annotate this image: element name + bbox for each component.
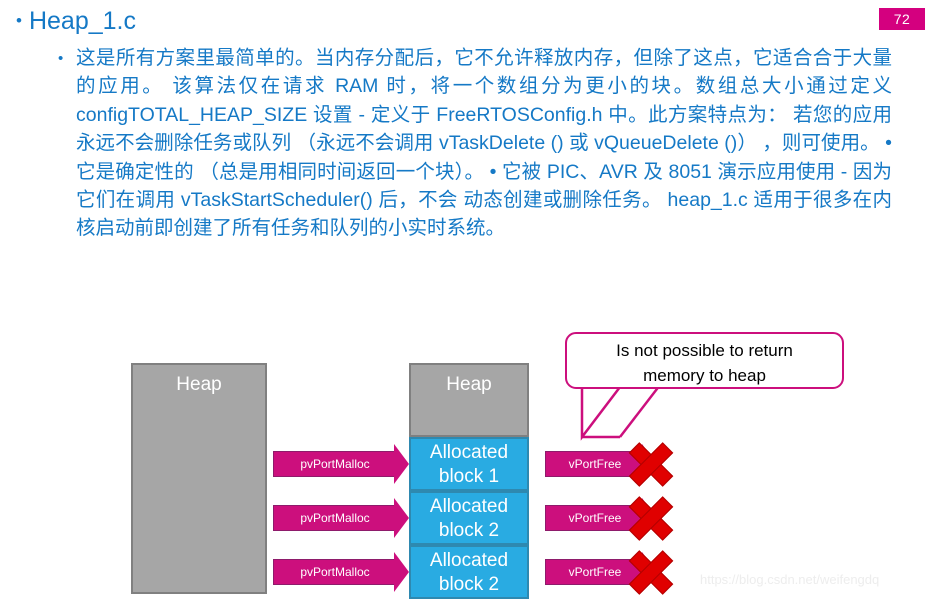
allocated-block: Allocated block 2: [409, 545, 529, 599]
allocated-block-line2: block 2: [438, 574, 500, 595]
page-number-badge: 72: [879, 8, 925, 30]
heap-box-source-label: Heap: [176, 374, 222, 395]
allocated-block-line1: Allocated: [429, 442, 509, 463]
vportfree-arrow-label: vPortFree: [568, 457, 622, 471]
vportfree-arrow-label: vPortFree: [568, 511, 622, 525]
vportfree-arrow-label: vPortFree: [568, 565, 622, 579]
page-title-text: Heap_1.c: [28, 7, 136, 35]
allocated-block: Allocated block 2: [409, 491, 529, 545]
watermark: https://blog.csdn.net/weifengdq: [700, 572, 880, 587]
pvportmalloc-arrow-label: pvPortMalloc: [300, 565, 370, 579]
body-content: • 这是所有方案里最简单的。当内存分配后，它不允许释放内存，但除了这点，它适合合…: [58, 44, 892, 243]
allocated-block-line1: Allocated: [429, 550, 509, 571]
title-bullet-icon: •: [16, 11, 22, 30]
allocated-block-line2: block 1: [438, 466, 500, 487]
pvportmalloc-arrow: pvPortMalloc: [273, 498, 409, 538]
vportfree-arrow: vPortFree: [545, 552, 657, 592]
heap-diagram: Heap Heap Allocated block 1 Allocated bl…: [0, 300, 933, 601]
body-paragraph: 这是所有方案里最简单的。当内存分配后，它不允许释放内存，但除了这点，它适合合于大…: [76, 47, 892, 240]
pvportmalloc-arrow: pvPortMalloc: [273, 552, 409, 592]
pvportmalloc-arrow-label: pvPortMalloc: [300, 457, 370, 471]
callout-bubble: Is not possible to return memory to heap: [565, 332, 844, 389]
allocated-block-line1: Allocated: [429, 496, 509, 517]
vportfree-arrow: vPortFree: [545, 444, 657, 484]
heap-box-source: Heap: [131, 363, 267, 594]
callout-line1: Is not possible to return: [616, 341, 793, 360]
callout-line2: memory to heap: [643, 366, 766, 385]
heap-box-target-label: Heap: [446, 374, 492, 395]
vportfree-arrow: vPortFree: [545, 498, 657, 538]
pvportmalloc-arrow-label: pvPortMalloc: [300, 511, 370, 525]
pvportmalloc-arrow: pvPortMalloc: [273, 444, 409, 484]
allocated-block: Allocated block 1: [409, 437, 529, 491]
heap-box-target: Heap: [409, 363, 529, 437]
body-bullet-icon: •: [58, 50, 64, 67]
allocated-block-line2: block 2: [438, 520, 500, 541]
page-title: • Heap_1.c: [16, 6, 136, 36]
